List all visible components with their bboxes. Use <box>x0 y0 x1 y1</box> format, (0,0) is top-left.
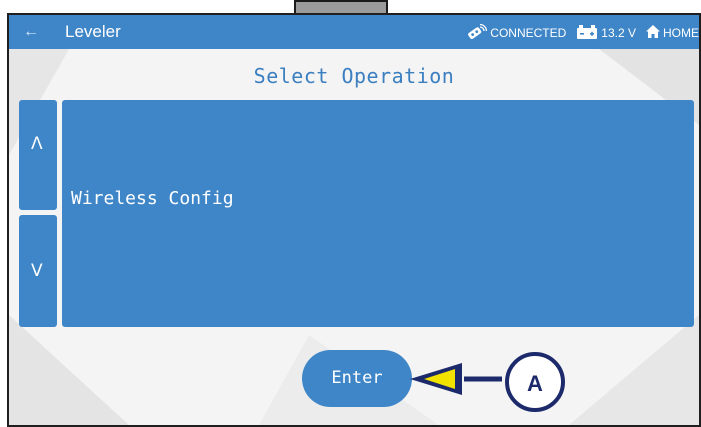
device-screen: ← Leveler CONNECTED 13.2 V HOME Select O… <box>7 13 701 427</box>
list-item-selected[interactable]: Wireless Config <box>71 188 234 209</box>
app-title: Leveler <box>65 22 121 41</box>
home-label[interactable]: HOME <box>663 26 699 40</box>
scroll-down-button[interactable]: V <box>19 215 57 327</box>
scroll-up-button[interactable]: Λ <box>19 100 57 210</box>
connection-status: CONNECTED <box>490 26 567 40</box>
battery-voltage: 13.2 V <box>601 26 636 40</box>
home-icon[interactable] <box>646 25 660 41</box>
top-tab-decoration <box>294 0 388 13</box>
chevron-down-icon: V <box>31 261 43 281</box>
status-bar: CONNECTED 13.2 V HOME <box>465 23 699 43</box>
battery-icon <box>576 24 598 42</box>
chevron-up-icon: Λ <box>31 134 43 154</box>
page-title: Select Operation <box>253 64 455 88</box>
operation-list[interactable]: Wireless Config <box>62 100 694 327</box>
app-bar: ← Leveler CONNECTED 13.2 V HOME <box>9 15 699 49</box>
callout-label: A <box>527 371 543 396</box>
enter-button[interactable]: Enter <box>302 350 412 407</box>
back-arrow-icon[interactable]: ← <box>23 22 39 42</box>
connection-icon <box>465 23 488 43</box>
